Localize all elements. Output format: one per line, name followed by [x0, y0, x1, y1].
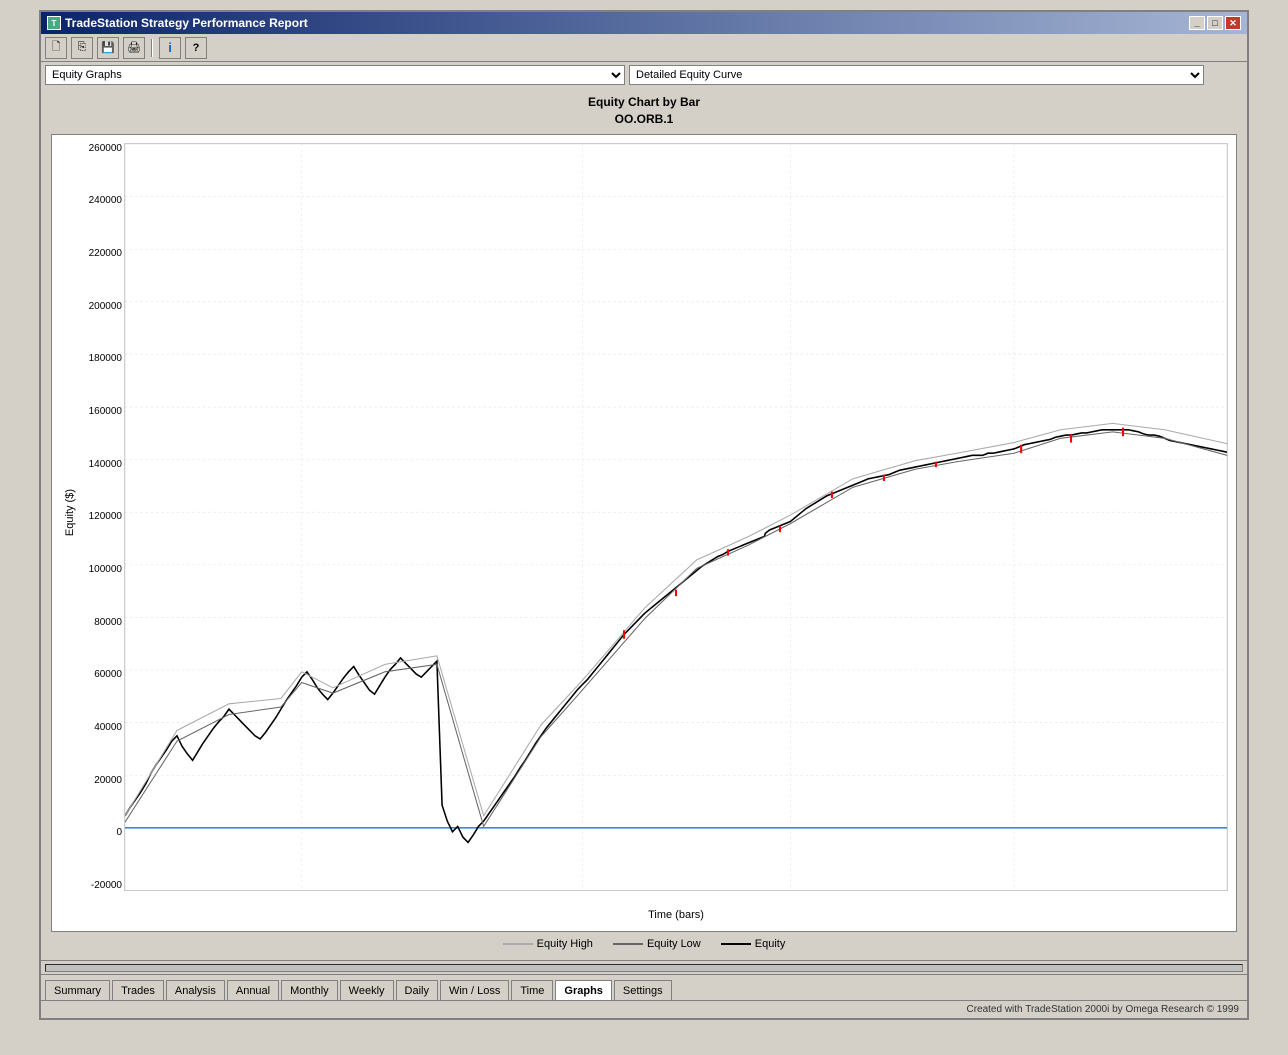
- print-button[interactable]: 🖨: [123, 37, 145, 59]
- y-axis-ticks: 260000 240000 220000 200000 180000 16000…: [80, 143, 122, 891]
- equity-high-line: [125, 423, 1227, 815]
- equity-high-legend-label: Equity High: [537, 938, 593, 950]
- scrollbar-track[interactable]: [45, 964, 1243, 972]
- toolbar-separator: [151, 39, 153, 57]
- info-icon: i: [168, 40, 172, 55]
- maximize-button[interactable]: □: [1207, 16, 1223, 30]
- y-axis-label-container: Equity ($): [60, 135, 80, 891]
- tab-settings[interactable]: Settings: [614, 980, 672, 1000]
- legend-area: Equity High Equity Low Equity: [51, 932, 1237, 956]
- chart-container: Equity ($) 260000 240000 220000 200000 1…: [51, 134, 1237, 932]
- title-bar-left: T TradeStation Strategy Performance Repo…: [47, 16, 308, 30]
- info-button[interactable]: i: [159, 37, 181, 59]
- new-button[interactable]: 🗋: [45, 37, 67, 59]
- print-icon: 🖨: [127, 41, 141, 54]
- tab-time[interactable]: Time: [511, 980, 553, 1000]
- tab-graphs[interactable]: Graphs: [555, 980, 612, 1000]
- status-text: Created with TradeStation 2000i by Omega…: [966, 1004, 1239, 1015]
- status-bar: Created with TradeStation 2000i by Omega…: [41, 1000, 1247, 1018]
- equity-low-legend-line: [613, 943, 643, 945]
- legend-equity: Equity: [721, 938, 786, 950]
- help-button[interactable]: ?: [185, 37, 207, 59]
- right-dropdown[interactable]: Detailed Equity Curve: [629, 65, 1204, 85]
- close-button[interactable]: ✕: [1225, 16, 1241, 30]
- tab-analysis[interactable]: Analysis: [166, 980, 225, 1000]
- legend-equity-high: Equity High: [503, 938, 593, 950]
- tab-summary[interactable]: Summary: [45, 980, 110, 1000]
- minimize-button[interactable]: _: [1189, 16, 1205, 30]
- equity-low-legend-label: Equity Low: [647, 938, 701, 950]
- tab-weekly[interactable]: Weekly: [340, 980, 394, 1000]
- main-window: T TradeStation Strategy Performance Repo…: [39, 10, 1249, 1020]
- toolbar: 🗋 ⎘ 💾 🖨 i ?: [41, 34, 1247, 62]
- chart-area: Equity Chart by Bar OO.ORB.1 Equity ($) …: [41, 88, 1247, 960]
- chart-title-line2: OO.ORB.1: [51, 111, 1237, 128]
- tab-win-loss[interactable]: Win / Loss: [440, 980, 509, 1000]
- scrollbar-area: [41, 960, 1247, 974]
- save-icon: 💾: [101, 41, 115, 54]
- tab-trades[interactable]: Trades: [112, 980, 164, 1000]
- equity-line: [125, 429, 1227, 842]
- legend-equity-low: Equity Low: [613, 938, 701, 950]
- new-icon: 🗋: [52, 38, 61, 57]
- copy-button[interactable]: ⎘: [71, 37, 93, 59]
- tab-daily[interactable]: Daily: [396, 980, 438, 1000]
- window-icon: T: [47, 16, 61, 30]
- chart-inner: Equity ($) 260000 240000 220000 200000 1…: [52, 135, 1236, 931]
- chart-plot: 02/01 09/01 06/02 01/03 09/03: [124, 143, 1228, 891]
- help-icon: ?: [193, 42, 200, 54]
- equity-legend-line: [721, 943, 751, 945]
- x-axis-label: Time (bars): [124, 909, 1228, 921]
- bottom-tabs: Summary Trades Analysis Annual Monthly W…: [41, 974, 1247, 1000]
- equity-legend-label: Equity: [755, 938, 786, 950]
- tab-monthly[interactable]: Monthly: [281, 980, 338, 1000]
- chart-title-line1: Equity Chart by Bar: [51, 94, 1237, 111]
- dropdowns-row: Equity Graphs Detailed Equity Curve: [41, 62, 1247, 88]
- tab-annual[interactable]: Annual: [227, 980, 279, 1000]
- y-axis-label: Equity ($): [64, 489, 76, 536]
- window-title: TradeStation Strategy Performance Report: [65, 16, 308, 30]
- save-button[interactable]: 💾: [97, 37, 119, 59]
- chart-title: Equity Chart by Bar OO.ORB.1: [51, 94, 1237, 128]
- title-bar-buttons: _ □ ✕: [1189, 16, 1241, 30]
- left-dropdown[interactable]: Equity Graphs: [45, 65, 625, 85]
- chart-svg: 02/01 09/01 06/02 01/03 09/03: [124, 143, 1228, 891]
- copy-icon: ⎘: [78, 41, 87, 54]
- equity-high-legend-line: [503, 943, 533, 945]
- title-bar: T TradeStation Strategy Performance Repo…: [41, 12, 1247, 34]
- equity-low-line: [125, 431, 1227, 826]
